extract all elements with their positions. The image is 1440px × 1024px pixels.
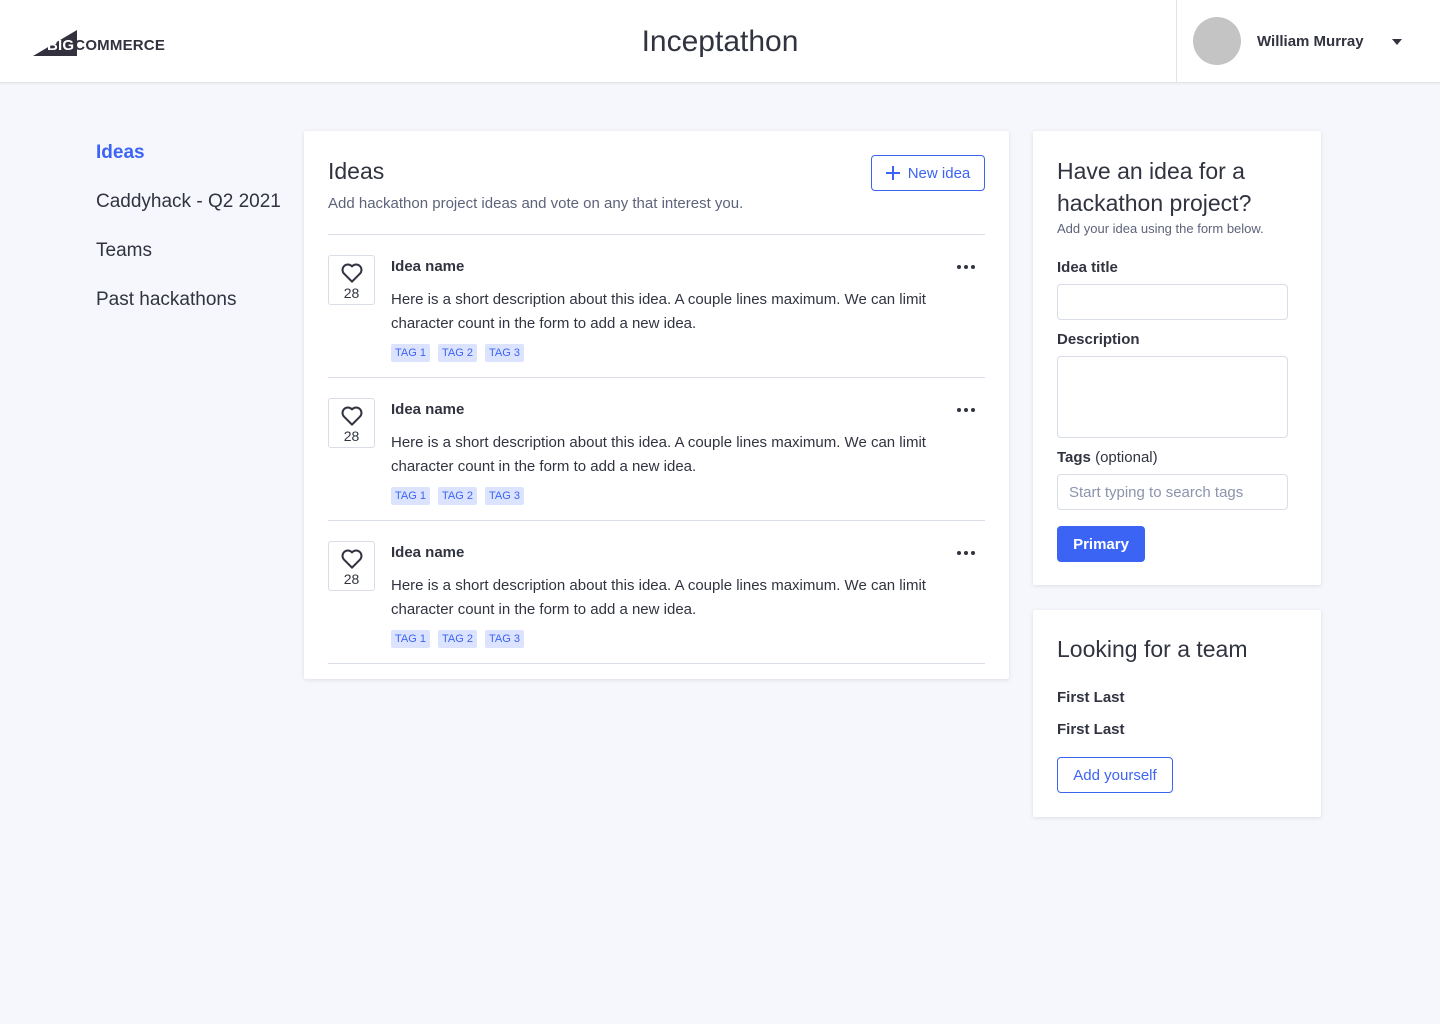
heart-icon [341,263,363,283]
tags-optional-text: (optional) [1095,449,1158,466]
idea-row: 28 Idea name Here is a short description… [328,235,985,378]
vote-button[interactable]: 28 [328,255,375,305]
vote-count: 28 [343,285,360,301]
add-yourself-button[interactable]: Add yourself [1057,757,1173,793]
submit-idea-button[interactable]: Primary [1057,526,1145,562]
avatar[interactable] [1193,17,1241,65]
idea-tags: TAG 1 TAG 2 TAG 3 [391,630,524,648]
tag[interactable]: TAG 1 [391,630,430,648]
ideas-title: Ideas [328,158,385,184]
sidebar-item-caddyhack[interactable]: Caddyhack - Q2 2021 [96,189,286,238]
tag[interactable]: TAG 2 [437,487,477,505]
sidebar-item-ideas[interactable]: Ideas [96,140,286,189]
idea-tags: TAG 1 TAG 2 TAG 3 [391,344,524,362]
heart-icon [341,406,363,426]
team-title: Looking for a team [1057,636,1248,662]
vote-button[interactable]: 28 [328,398,375,448]
form-subtitle: Add your idea using the form below. [1057,221,1264,236]
more-horizontal-icon[interactable] [956,259,976,275]
user-menu[interactable]: William Murray [1176,0,1440,82]
description-textarea[interactable] [1057,356,1288,438]
idea-name: Idea name [391,401,465,418]
looking-for-team-card: Looking for a team First Last First Last… [1033,610,1321,817]
sidebar-nav: Ideas Caddyhack - Q2 2021 Teams Past hac… [96,140,286,336]
vote-button[interactable]: 28 [328,541,375,591]
tags-label-text: Tags [1057,449,1091,466]
tag[interactable]: TAG 2 [437,344,477,362]
idea-name: Idea name [391,544,465,561]
sidebar-item-teams[interactable]: Teams [96,238,286,287]
idea-title-input[interactable] [1057,284,1288,320]
idea-description: Here is a short description about this i… [391,291,926,332]
ideas-subtitle: Add hackathon project ideas and vote on … [328,195,744,212]
new-idea-button[interactable]: New idea [871,155,985,191]
idea-description: Here is a short description about this i… [391,577,926,618]
team-member: First Last [1057,689,1125,706]
form-title: Have an idea for a hackathon project? [1057,158,1252,216]
idea-tags: TAG 1 TAG 2 TAG 3 [391,487,524,505]
tags-search-input[interactable] [1057,474,1288,510]
tag[interactable]: TAG 3 [484,344,524,362]
tag[interactable]: TAG 1 [391,487,430,505]
idea-description: Here is a short description about this i… [391,434,926,475]
idea-name: Idea name [391,258,465,275]
idea-row: 28 Idea name Here is a short description… [328,521,985,664]
new-idea-label: New idea [907,164,971,182]
tag[interactable]: TAG 3 [484,487,524,505]
sidebar-item-past-hackathons[interactable]: Past hackathons [96,287,286,336]
idea-row: 28 Idea name Here is a short description… [328,378,985,521]
tag[interactable]: TAG 1 [391,344,430,362]
description-label: Description [1057,331,1140,348]
tag[interactable]: TAG 2 [437,630,477,648]
more-horizontal-icon[interactable] [956,402,976,418]
plus-icon [885,166,900,180]
idea-form-card: Have an idea for a hackathon project? Ad… [1033,131,1321,585]
idea-list: 28 Idea name Here is a short description… [328,234,985,664]
chevron-down-icon[interactable] [1392,39,1402,45]
user-name[interactable]: William Murray [1257,33,1364,50]
more-horizontal-icon[interactable] [956,545,976,561]
team-member: First Last [1057,721,1125,738]
vote-count: 28 [343,428,360,444]
top-header: BIGCOMMERCE Inceptathon William Murray [0,0,1440,83]
vote-count: 28 [343,571,360,587]
tags-label: Tags (optional) [1057,449,1158,466]
idea-title-label: Idea title [1057,259,1118,276]
heart-icon [341,549,363,569]
tag[interactable]: TAG 3 [484,630,524,648]
ideas-card: Ideas Add hackathon project ideas and vo… [304,131,1009,679]
